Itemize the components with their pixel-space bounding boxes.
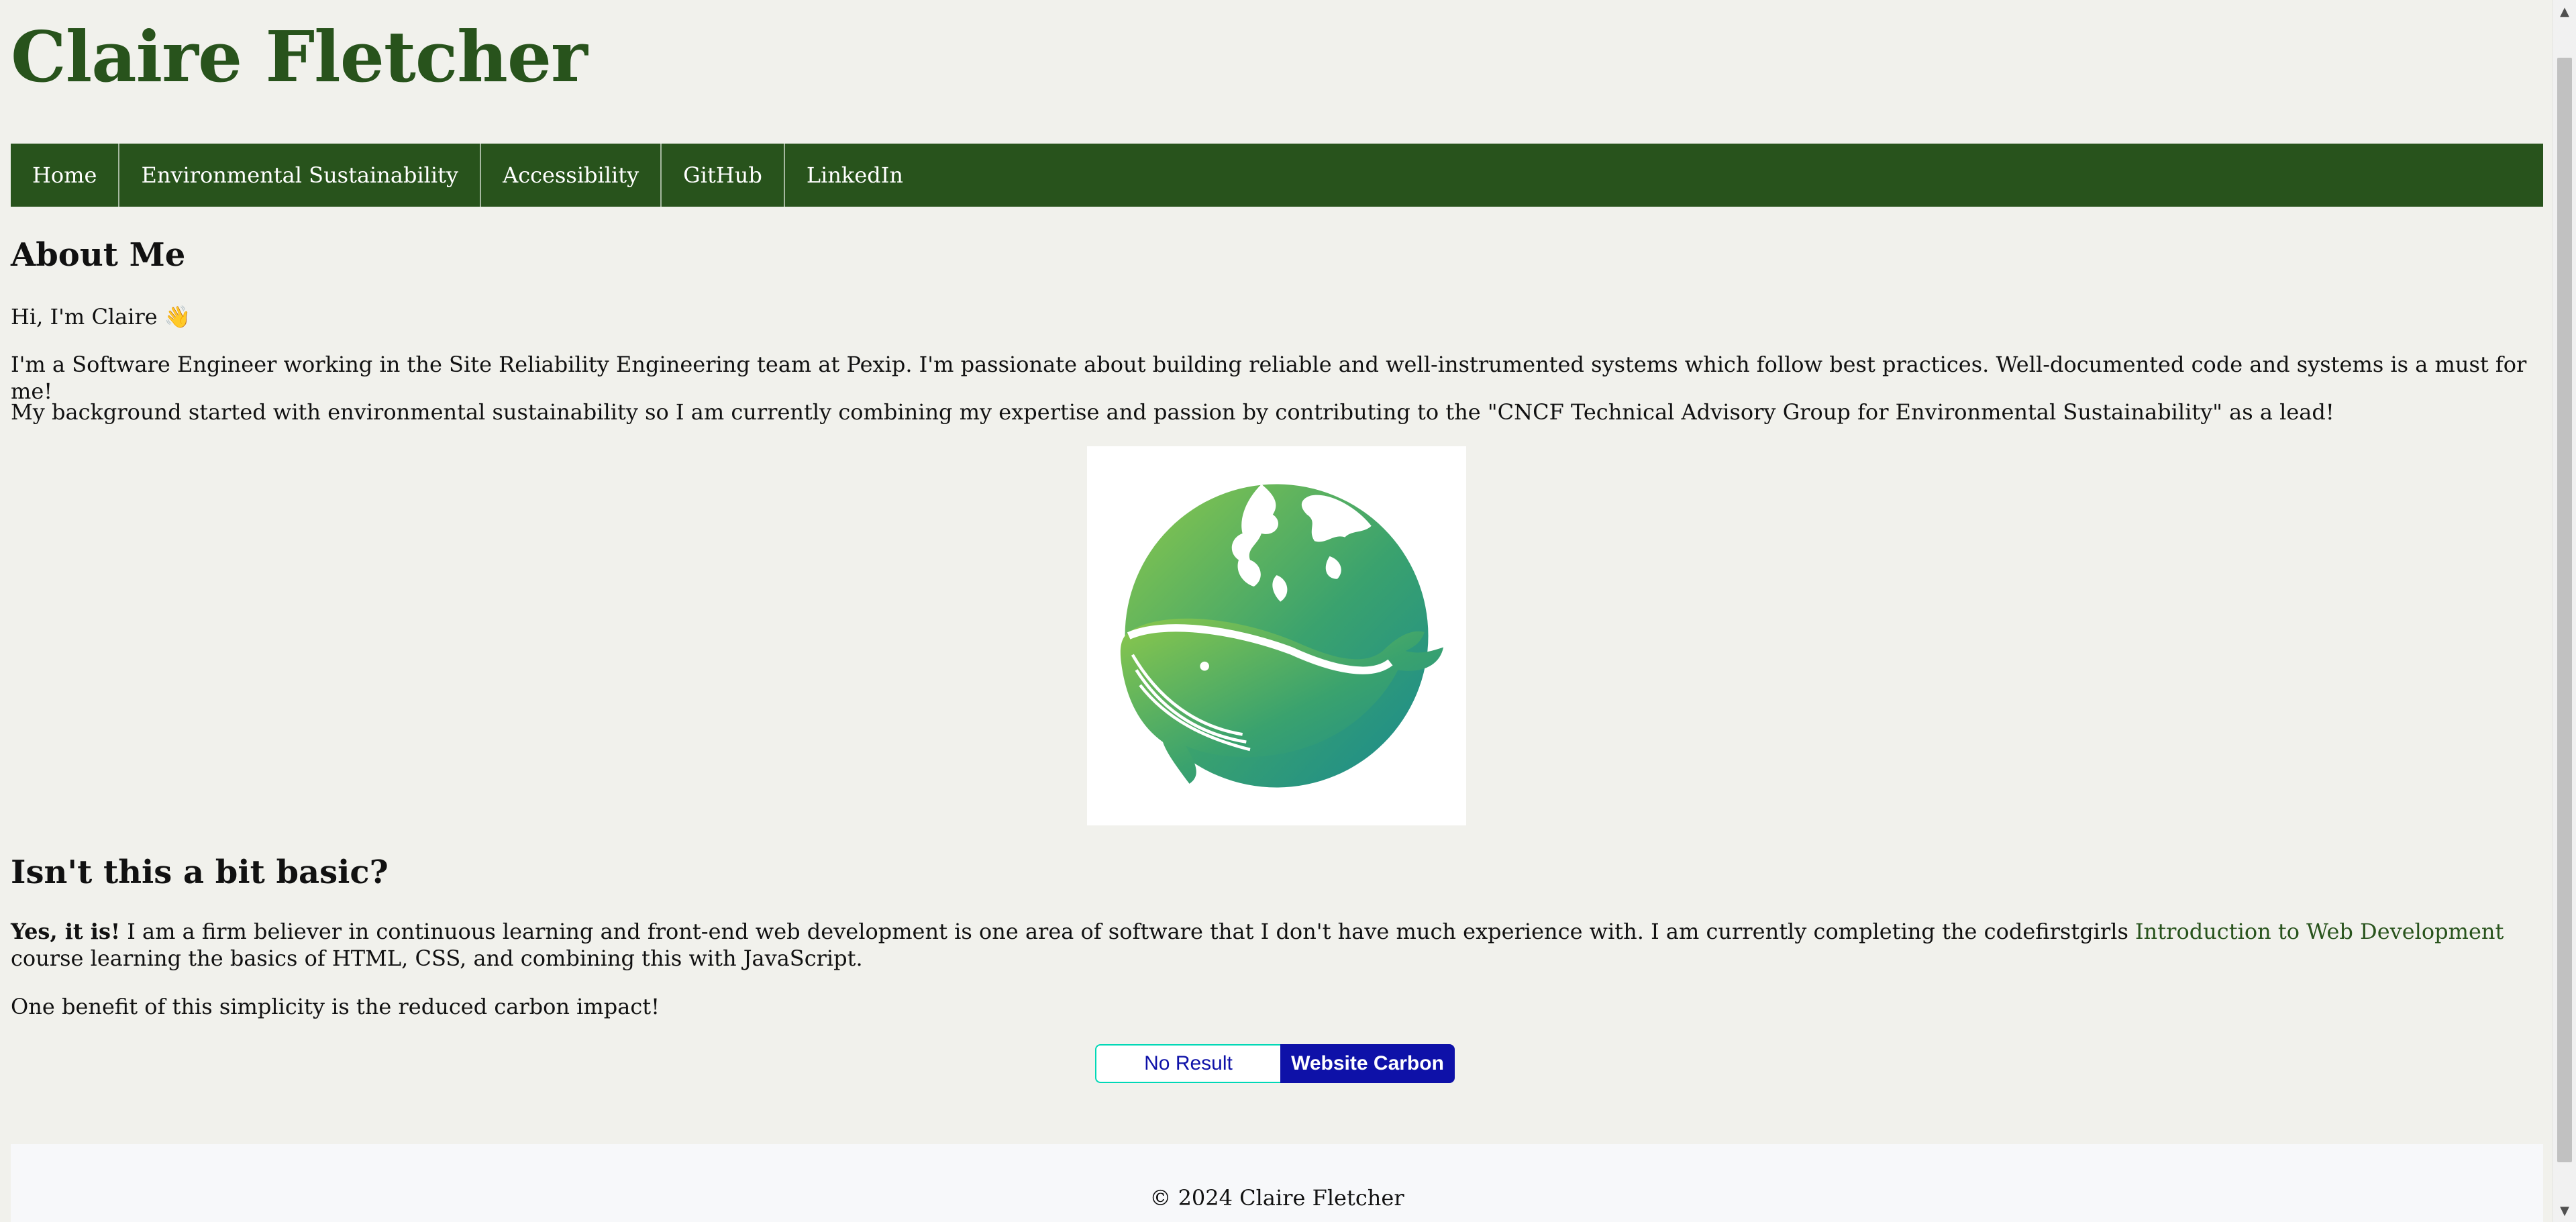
globe-whale-image [1087, 446, 1466, 825]
background-paragraph: My background started with environmental… [11, 399, 2334, 425]
website-carbon-link[interactable]: Website Carbon [1280, 1044, 1455, 1083]
footer: © 2024 Claire Fletcher [11, 1144, 2543, 1222]
greeting-text: Hi, I'm Claire 👋 [11, 304, 191, 329]
site-title: Claire Fletcher [11, 15, 588, 98]
basic-text-before-link: I am a firm believer in continuous learn… [120, 919, 2136, 944]
nav-linkedin-link[interactable]: LinkedIn [785, 144, 925, 207]
vertical-scrollbar[interactable]: ▲ ▼ [2553, 0, 2576, 1222]
page: Claire Fletcher Home Environmental Susta… [0, 0, 2553, 1222]
footer-copyright: © 2024 Claire Fletcher [1149, 1185, 1404, 1211]
main-nav: Home Environmental Sustainability Access… [11, 144, 2543, 207]
scrollbar-thumb[interactable] [2557, 58, 2572, 1162]
carbon-result: No Result [1095, 1044, 1280, 1083]
basic-heading: Isn't this a bit basic? [11, 854, 389, 891]
nav-home-link[interactable]: Home [11, 144, 120, 207]
intro-paragraph: I'm a Software Engineer working in the S… [11, 352, 2527, 404]
globe-whale-icon [1120, 484, 1444, 788]
nav-accessibility-link[interactable]: Accessibility [481, 144, 662, 207]
intro-web-dev-link[interactable]: Introduction to Web Development [2135, 919, 2504, 944]
about-heading: About Me [11, 236, 186, 274]
basic-text-after-link: course learning the basics of HTML, CSS,… [11, 946, 863, 971]
nav-environmental-sustainability-link[interactable]: Environmental Sustainability [119, 144, 482, 207]
scroll-down-arrow-icon[interactable]: ▼ [2553, 1199, 2576, 1222]
scroll-up-arrow-icon[interactable]: ▲ [2553, 0, 2576, 23]
benefit-text: One benefit of this simplicity is the re… [11, 994, 660, 1019]
basic-bold-lead: Yes, it is! [11, 919, 121, 944]
nav-github-link[interactable]: GitHub [662, 144, 785, 207]
website-carbon-badge: No Result Website Carbon [1095, 1044, 1455, 1083]
basic-paragraph: Yes, it is! I am a firm believer in cont… [11, 918, 2534, 972]
